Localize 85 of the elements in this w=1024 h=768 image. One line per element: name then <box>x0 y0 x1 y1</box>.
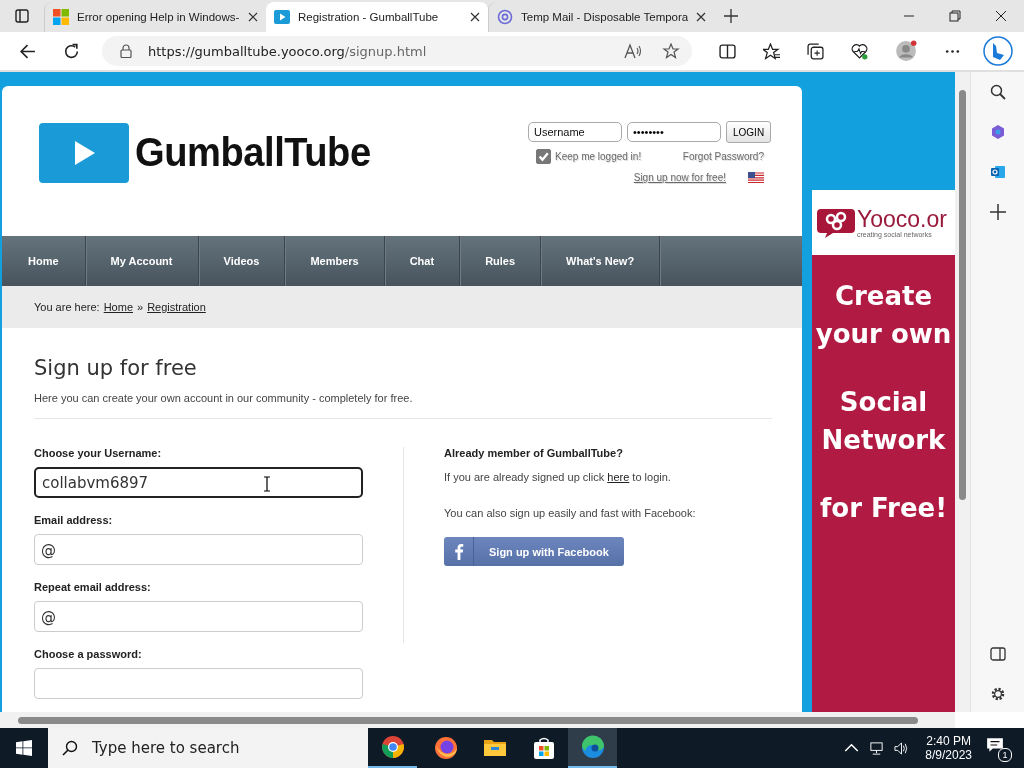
clock[interactable]: 2:40 PM 8/9/2023 <box>925 734 972 762</box>
split-screen-icon[interactable] <box>719 42 736 60</box>
text-cursor-icon <box>263 476 271 492</box>
avatar-icon[interactable] <box>895 40 917 62</box>
close-icon[interactable] <box>248 12 258 22</box>
login-hint-text: If you are already signed up click here to login. <box>444 471 671 483</box>
intro-text: Here you can create your own account in our community - completely for free. <box>34 392 414 404</box>
facebook-signup-button[interactable]: Sign up with Facebook <box>444 537 624 566</box>
close-icon[interactable] <box>995 10 1007 22</box>
facebook-icon <box>454 543 464 560</box>
breadcrumb-link[interactable]: Registration <box>147 301 206 313</box>
time-text: 2:40 PM <box>926 734 971 748</box>
firefox-icon <box>433 736 458 760</box>
hexagon-app-icon[interactable] <box>989 124 1006 140</box>
ad-slogan: for Free! <box>819 492 948 525</box>
play-logo-icon[interactable] <box>39 122 129 183</box>
search-icon <box>62 740 78 756</box>
flag-icon[interactable] <box>748 172 764 183</box>
collections-icon[interactable] <box>807 42 824 60</box>
network-icon[interactable] <box>869 740 885 756</box>
field-label: Choose your Username: <box>34 447 163 459</box>
read-aloud-icon[interactable] <box>624 43 642 59</box>
star-icon[interactable] <box>662 43 680 59</box>
breadcrumb-link[interactable]: Home <box>103 301 133 313</box>
play-logo-icon <box>274 9 290 25</box>
outlook-icon[interactable] <box>989 164 1006 180</box>
password-field[interactable]: •••••••• <box>627 122 721 142</box>
restore-icon[interactable] <box>949 10 961 22</box>
search-icon[interactable] <box>989 84 1006 100</box>
here-link[interactable]: here <box>607 471 630 483</box>
site-logo-text[interactable]: GumballTube <box>135 129 371 176</box>
ad-slogan: Social Network <box>820 386 947 457</box>
signup-link[interactable]: Sign up now for free! <box>633 172 726 183</box>
checkbox-label: Keep me logged in! <box>555 151 642 162</box>
field-label: Repeat email address: <box>34 581 152 593</box>
tab-title: Error opening Help in Windows- <box>77 11 240 23</box>
new-tab-icon[interactable] <box>724 9 738 23</box>
field-label: Choose a password: <box>34 648 143 660</box>
input-field[interactable]: collabvm6897 <box>34 467 363 498</box>
address-bar[interactable]: https://gumballtube.yooco.org/signup.html <box>102 36 692 66</box>
keep-logged-in-checkbox[interactable] <box>536 149 551 164</box>
add-icon[interactable] <box>989 204 1006 220</box>
browser-tab[interactable]: Registration - GumballTube <box>266 2 488 32</box>
at-sign-icon <box>497 9 513 25</box>
tab-title: Temp Mail - Disposable Tempora <box>521 11 689 23</box>
edge-icon <box>580 735 605 759</box>
notification-count-badge: 1 <box>998 748 1012 762</box>
facebook-hint-text: You can also sign up easily and fast with Facebook: <box>444 507 696 519</box>
chrome-icon <box>380 735 405 759</box>
page-heading: Sign up for free <box>34 356 198 380</box>
store-icon <box>531 736 556 760</box>
vertical-scrollbar[interactable] <box>955 72 970 712</box>
sidebar-toggle-icon[interactable] <box>989 646 1006 662</box>
favorites-icon[interactable] <box>763 42 780 60</box>
field-label: Email address: <box>34 514 114 526</box>
taskbar-search-field[interactable]: Type here to search <box>48 728 368 768</box>
lock-icon <box>120 44 132 58</box>
forgot-password-link[interactable]: Forgot Password? <box>682 151 764 162</box>
input-field[interactable]: @ <box>34 601 363 632</box>
login-button[interactable]: LOGIN <box>726 121 772 143</box>
breadcrumb-label: You are here: <box>34 301 100 313</box>
username-field[interactable]: Username <box>528 122 622 142</box>
settings-icon[interactable] <box>989 686 1006 702</box>
notifications-icon[interactable] <box>986 736 1004 754</box>
close-icon[interactable] <box>470 12 480 22</box>
breadcrumb-separator: » <box>137 301 144 313</box>
copilot-icon[interactable] <box>983 36 1013 66</box>
volume-icon[interactable] <box>894 740 910 756</box>
health-icon[interactable] <box>851 42 868 60</box>
date-text: 8/9/2023 <box>925 748 972 762</box>
yooco-logo-icon <box>817 206 857 239</box>
windows-logo-icon <box>53 9 69 25</box>
member-heading: Already member of GumballTube? <box>444 447 623 459</box>
ad-brand-name: Yooco.or <box>857 207 947 231</box>
close-icon[interactable] <box>696 12 707 22</box>
input-field[interactable]: @ <box>34 534 363 565</box>
back-icon[interactable] <box>19 42 36 60</box>
refresh-icon[interactable] <box>63 42 80 60</box>
start-icon[interactable] <box>16 740 32 756</box>
input-field[interactable] <box>34 668 363 699</box>
url-text: https://gumballtube.yooco.org/signup.html <box>148 43 427 59</box>
ad-slogan: Create your own <box>814 280 953 351</box>
tab-title: Registration - GumballTube <box>298 11 440 23</box>
horizontal-scrollbar[interactable] <box>0 712 955 728</box>
tab-actions-icon[interactable] <box>14 8 30 24</box>
